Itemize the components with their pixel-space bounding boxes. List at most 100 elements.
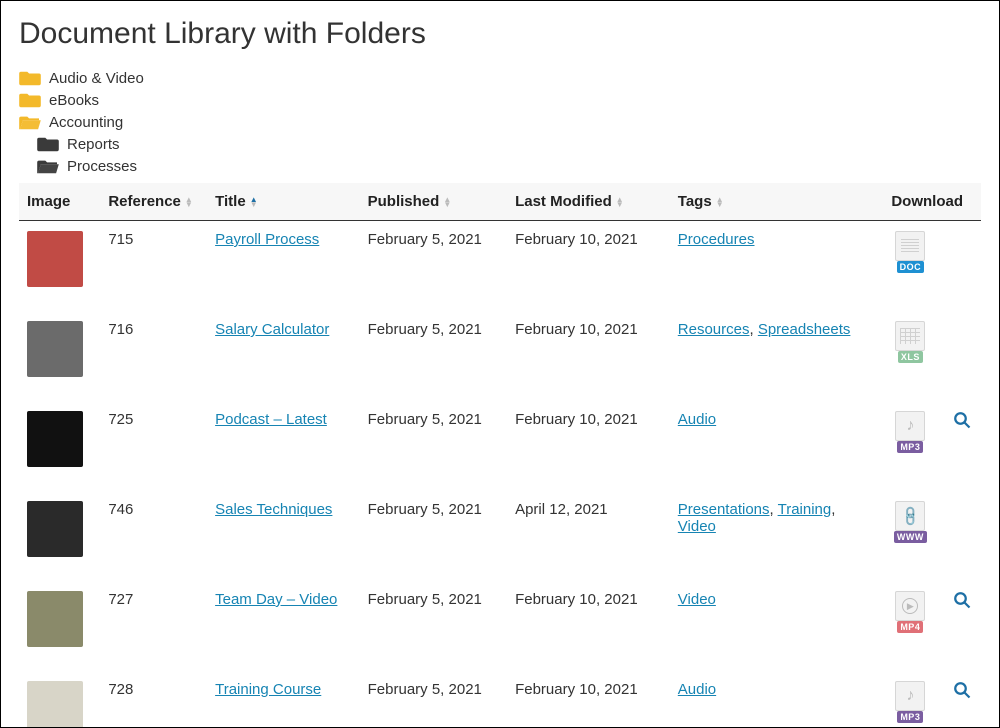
filetype-label: MP3 [897, 711, 923, 723]
title-link[interactable]: Salary Calculator [215, 321, 329, 338]
folder-item[interactable]: eBooks [19, 89, 981, 111]
filetype-mp4-icon[interactable]: ▶MP4 [891, 591, 929, 633]
column-header-label: Published [368, 193, 440, 210]
table-row: 746 Sales Techniques February 5, 2021April… [19, 491, 981, 581]
documents-table: ImageReference▲▼Title▲▼Published▲▼Last M… [19, 183, 981, 728]
tag-link[interactable]: Presentations [678, 501, 770, 518]
tag-link[interactable]: Video [678, 591, 716, 608]
preview-icon[interactable] [953, 591, 971, 614]
column-header-image: Image [19, 183, 100, 221]
folder-label: Audio & Video [49, 70, 144, 87]
folder-item[interactable]: Reports [19, 133, 981, 155]
cell-reference: 728 [100, 671, 207, 728]
filetype-xls-icon[interactable]: XLS [891, 321, 929, 363]
column-header-label: Reference [108, 193, 181, 210]
folder-item[interactable]: Processes [19, 155, 981, 177]
sort-icon: ▲▼ [716, 197, 724, 207]
cell-tags: Audio [670, 671, 884, 728]
cell-reference: 746 [100, 491, 207, 581]
column-header-label: Download [891, 193, 963, 210]
folder-label: Reports [67, 136, 120, 153]
sort-icon: ▲▼ [185, 197, 193, 207]
cell-modified: April 12, 2021 [507, 491, 670, 581]
tag-link[interactable]: Audio [678, 681, 716, 698]
tag-link[interactable]: Video [678, 518, 716, 535]
cell-modified: February 10, 2021 [507, 221, 670, 312]
filetype-label: MP4 [897, 621, 923, 633]
folder-label: Accounting [49, 114, 123, 131]
folder-item[interactable]: Accounting [19, 111, 981, 133]
tag-link[interactable]: Audio [678, 411, 716, 428]
cell-reference: 727 [100, 581, 207, 671]
cell-tags: Presentations, Training, Video [670, 491, 884, 581]
folder-icon [37, 135, 59, 153]
cell-reference: 715 [100, 221, 207, 312]
cell-published: February 5, 2021 [360, 491, 507, 581]
column-header-label: Title [215, 193, 246, 210]
table-row: 716 Salary Calculator February 5, 2021Febr… [19, 311, 981, 401]
folder-open-icon [19, 113, 41, 131]
column-header-download: Download [883, 183, 981, 221]
title-link[interactable]: Training Course [215, 681, 321, 698]
cell-modified: February 10, 2021 [507, 581, 670, 671]
table-row: 725 Podcast – Latest February 5, 2021Febru… [19, 401, 981, 491]
row-thumbnail[interactable] [27, 231, 83, 287]
table-row: 715 Payroll Process February 5, 2021Februa… [19, 221, 981, 312]
tag-link[interactable]: Spreadsheets [758, 321, 851, 338]
tag-link[interactable]: Training [778, 501, 832, 518]
page-title: Document Library with Folders [19, 17, 981, 51]
table-row: 727 Team Day – Video February 5, 2021Febru… [19, 581, 981, 671]
cell-tags: Resources, Spreadsheets [670, 311, 884, 401]
column-header-label: Last Modified [515, 193, 612, 210]
folder-label: Processes [67, 158, 137, 175]
filetype-label: MP3 [897, 441, 923, 453]
column-header-published[interactable]: Published▲▼ [360, 183, 507, 221]
cell-published: February 5, 2021 [360, 311, 507, 401]
sort-icon: ▲▼ [443, 197, 451, 207]
column-header-label: Tags [678, 193, 712, 210]
cell-reference: 716 [100, 311, 207, 401]
folder-item[interactable]: Audio & Video [19, 67, 981, 89]
cell-tags: Procedures [670, 221, 884, 312]
cell-published: February 5, 2021 [360, 581, 507, 671]
filetype-label: DOC [897, 261, 925, 273]
folder-open-icon [37, 157, 59, 175]
filetype-mp3-icon[interactable]: ♪MP3 [891, 681, 929, 723]
row-thumbnail[interactable] [27, 591, 83, 647]
preview-icon[interactable] [953, 411, 971, 434]
folder-icon [19, 91, 41, 109]
preview-icon[interactable] [953, 681, 971, 704]
row-thumbnail[interactable] [27, 321, 83, 377]
filetype-label: WWW [894, 531, 927, 543]
cell-modified: February 10, 2021 [507, 311, 670, 401]
column-header-modified[interactable]: Last Modified ▲▼ [507, 183, 670, 221]
filetype-www-icon[interactable]: 🔗WWW [891, 501, 929, 543]
title-link[interactable]: Sales Techniques [215, 501, 332, 518]
cell-published: February 5, 2021 [360, 671, 507, 728]
column-header-tags[interactable]: Tags ▲▼ [670, 183, 884, 221]
cell-published: February 5, 2021 [360, 401, 507, 491]
sort-icon: ▲▼ [616, 197, 624, 207]
cell-modified: February 10, 2021 [507, 671, 670, 728]
cell-published: February 5, 2021 [360, 221, 507, 312]
folder-label: eBooks [49, 92, 99, 109]
filetype-label: XLS [898, 351, 923, 363]
title-link[interactable]: Team Day – Video [215, 591, 337, 608]
filetype-doc-icon[interactable]: DOC [891, 231, 929, 273]
row-thumbnail[interactable] [27, 501, 83, 557]
cell-reference: 725 [100, 401, 207, 491]
cell-tags: Video [670, 581, 884, 671]
tag-link[interactable]: Procedures [678, 231, 755, 248]
cell-tags: Audio [670, 401, 884, 491]
row-thumbnail[interactable] [27, 681, 83, 728]
row-thumbnail[interactable] [27, 411, 83, 467]
column-header-label: Image [27, 193, 70, 210]
tag-link[interactable]: Resources [678, 321, 750, 338]
column-header-reference[interactable]: Reference ▲▼ [100, 183, 207, 221]
column-header-title[interactable]: Title▲▼ [207, 183, 360, 221]
cell-modified: February 10, 2021 [507, 401, 670, 491]
filetype-mp3-icon[interactable]: ♪MP3 [891, 411, 929, 453]
title-link[interactable]: Podcast – Latest [215, 411, 327, 428]
folder-icon [19, 69, 41, 87]
title-link[interactable]: Payroll Process [215, 231, 319, 248]
